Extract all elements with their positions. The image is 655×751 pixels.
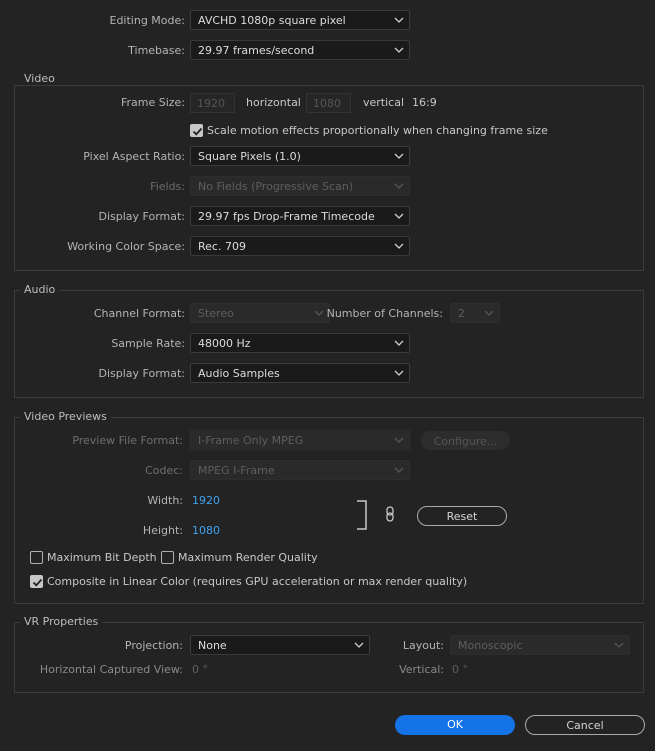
pixel-aspect-select[interactable]: Square Pixels (1.0) <box>190 146 410 166</box>
dimension-bracket <box>357 500 367 530</box>
frame-height-field[interactable]: 1080 <box>306 93 351 113</box>
color-space-label: Working Color Space: <box>67 240 185 253</box>
reset-button[interactable]: Reset <box>417 506 507 526</box>
video-display-format-value: 29.97 fps Drop-Frame Timecode <box>198 210 375 223</box>
sequence-settings-dialog: { "top": { "editing_mode_label": "Editin… <box>0 0 655 751</box>
chevron-down-icon <box>394 183 404 189</box>
fields-value: No Fields (Progressive Scan) <box>198 180 354 193</box>
sample-rate-label: Sample Rate: <box>111 337 185 350</box>
configure-button[interactable]: Configure... <box>421 431 510 450</box>
pixel-aspect-value: Square Pixels (1.0) <box>198 150 301 163</box>
channel-format-select[interactable]: Stereo <box>190 303 330 323</box>
timebase-label: Timebase: <box>128 44 185 57</box>
sample-rate-select[interactable]: 48000 Hz <box>190 333 410 353</box>
video-previews-title: Video Previews <box>20 410 111 423</box>
layout-value: Monoscopic <box>458 639 523 652</box>
chevron-down-icon <box>394 467 404 473</box>
max-render-quality-label: Maximum Render Quality <box>178 551 318 564</box>
vr-section <box>14 622 644 693</box>
timebase-select[interactable]: 29.97 frames/second <box>190 40 410 60</box>
aspect-ratio-text: 16:9 <box>412 96 437 109</box>
video-display-format-label: Display Format: <box>98 210 185 223</box>
projection-label: Projection: <box>124 639 183 652</box>
editing-mode-select[interactable]: AVCHD 1080p square pixel <box>190 10 410 30</box>
chevron-down-icon <box>314 310 324 316</box>
vertical-label: vertical <box>363 96 405 109</box>
preview-file-format-select[interactable]: I-Frame Only MPEG <box>190 430 410 450</box>
timebase-value: 29.97 frames/second <box>198 44 315 57</box>
chevron-down-icon <box>394 370 404 376</box>
layout-select[interactable]: Monoscopic <box>450 635 630 655</box>
frame-width-field[interactable]: 1920 <box>190 93 235 113</box>
projection-select[interactable]: None <box>190 635 370 655</box>
color-space-value: Rec. 709 <box>198 240 246 253</box>
h-captured-view-label: Horizontal Captured View: <box>39 663 183 676</box>
codec-label: Codec: <box>145 464 183 477</box>
video-section-title: Video <box>20 72 59 85</box>
chevron-down-icon <box>394 47 404 53</box>
chevron-down-icon <box>394 437 404 443</box>
chevron-down-icon <box>394 17 404 23</box>
link-icon[interactable] <box>384 506 396 522</box>
fields-label: Fields: <box>150 180 185 193</box>
scale-motion-checkbox[interactable] <box>190 124 203 137</box>
vertical-view-label: Vertical: <box>399 663 444 676</box>
audio-display-format-value: Audio Samples <box>198 367 280 380</box>
video-display-format-select[interactable]: 29.97 fps Drop-Frame Timecode <box>190 206 410 226</box>
max-render-quality-checkbox[interactable] <box>161 551 174 564</box>
checkmark-icon <box>32 578 43 587</box>
ok-button[interactable]: OK <box>395 715 515 735</box>
audio-section-title: Audio <box>20 283 60 296</box>
fields-select[interactable]: No Fields (Progressive Scan) <box>190 176 410 196</box>
audio-display-format-select[interactable]: Audio Samples <box>190 363 410 383</box>
scale-motion-label: Scale motion effects proportionally when… <box>207 124 548 137</box>
layout-label: Layout: <box>402 639 444 652</box>
chevron-down-icon <box>394 340 404 346</box>
preview-file-format-label: Preview File Format: <box>72 434 183 447</box>
preview-height-label: Height: <box>142 524 183 537</box>
codec-value: MPEG I-Frame <box>198 464 275 477</box>
chevron-down-icon <box>354 642 364 648</box>
codec-select[interactable]: MPEG I-Frame <box>190 460 410 480</box>
chevron-down-icon <box>484 310 494 316</box>
preview-file-format-value: I-Frame Only MPEG <box>198 434 304 447</box>
num-channels-value: 2 <box>458 307 465 320</box>
checkmark-icon <box>192 127 203 136</box>
preview-width-value[interactable]: 1920 <box>192 494 220 507</box>
num-channels-label: Number of Channels: <box>326 307 443 320</box>
chevron-down-icon <box>394 243 404 249</box>
h-captured-view-value[interactable]: 0 ° <box>192 663 208 676</box>
sample-rate-value: 48000 Hz <box>198 337 251 350</box>
max-bit-depth-checkbox[interactable] <box>30 551 43 564</box>
vertical-view-value[interactable]: 0 ° <box>452 663 468 676</box>
channel-format-label: Channel Format: <box>93 307 185 320</box>
audio-display-format-label: Display Format: <box>98 367 185 380</box>
vr-section-title: VR Properties <box>20 615 103 628</box>
num-channels-select[interactable]: 2 <box>450 303 500 323</box>
horizontal-label: horizontal <box>246 96 301 109</box>
linear-color-label: Composite in Linear Color (requires GPU … <box>47 575 468 588</box>
projection-value: None <box>198 639 227 652</box>
preview-width-label: Width: <box>147 494 183 507</box>
max-bit-depth-label: Maximum Bit Depth <box>47 551 157 564</box>
pixel-aspect-label: Pixel Aspect Ratio: <box>83 150 185 163</box>
chevron-down-icon <box>394 213 404 219</box>
frame-size-label: Frame Size: <box>120 96 185 109</box>
cancel-button[interactable]: Cancel <box>525 715 645 735</box>
chevron-down-icon <box>614 642 624 648</box>
linear-color-checkbox[interactable] <box>30 575 43 588</box>
channel-format-value: Stereo <box>198 307 234 320</box>
color-space-select[interactable]: Rec. 709 <box>190 236 410 256</box>
preview-height-value[interactable]: 1080 <box>192 524 220 537</box>
editing-mode-label: Editing Mode: <box>109 14 186 27</box>
editing-mode-value: AVCHD 1080p square pixel <box>198 14 346 27</box>
chevron-down-icon <box>394 153 404 159</box>
